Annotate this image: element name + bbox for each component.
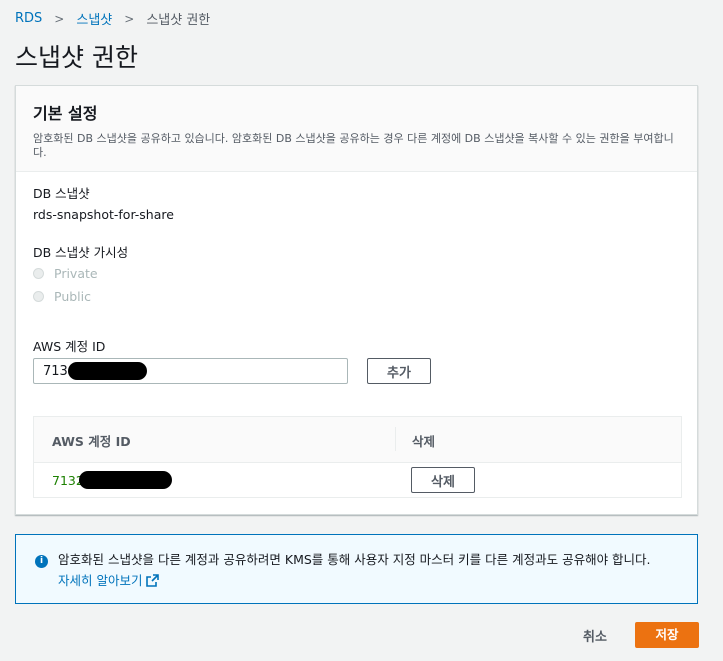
radio-button-private[interactable] [33,268,44,279]
chevron-right-icon: > [124,11,135,26]
snapshot-label: DB 스냅샷 [33,186,90,201]
breadcrumb: RDS > 스냅샷 > 스냅샷 권한 [15,9,210,28]
add-button[interactable]: 추가 [367,358,431,384]
breadcrumb-rds[interactable]: RDS [15,11,42,26]
column-divider [395,427,396,451]
radio-button-public[interactable] [33,291,44,302]
learn-more-link[interactable]: 자세히 알아보기 [58,573,160,588]
radio-label-public: Public [54,289,91,304]
delete-button[interactable]: 삭제 [411,467,475,493]
panel-title: 기본 설정 [33,104,98,123]
visibility-label: DB 스냅샷 가시성 [33,245,129,260]
table-header: AWS 계정 ID 삭제 [34,417,681,463]
panel-header: 기본 설정 암호화된 DB 스냅샷을 공유하고 있습니다. 암호화된 DB 스냅… [16,86,697,172]
breadcrumb-current: 스냅샷 권한 [146,13,211,28]
redaction-mark [79,471,172,489]
settings-panel: 기본 설정 암호화된 DB 스냅샷을 공유하고 있습니다. 암호화된 DB 스냅… [15,85,698,515]
column-header-account-id: AWS 계정 ID [52,434,131,449]
chevron-right-icon: > [54,11,65,26]
table-row: 7132 삭제 [34,463,681,499]
panel-description: 암호화된 DB 스냅샷을 공유하고 있습니다. 암호화된 DB 스냅샷을 공유하… [33,132,674,159]
snapshot-value: rds-snapshot-for-share [33,207,174,222]
cancel-button[interactable]: 취소 [583,626,607,645]
accounts-table: AWS 계정 ID 삭제 7132 삭제 [33,416,682,498]
external-link-icon [146,574,160,587]
column-header-delete: 삭제 [412,434,436,449]
account-id-label: AWS 계정 ID [33,339,106,354]
learn-more-label: 자세히 알아보기 [58,573,143,588]
info-alert: i 암호화된 스냅샷을 다른 계정과 공유하려면 KMS를 통해 사용자 지정 … [15,534,698,604]
radio-public[interactable]: Public [33,289,91,304]
info-message: 암호화된 스냅샷을 다른 계정과 공유하려면 KMS를 통해 사용자 지정 마스… [58,552,651,567]
save-button[interactable]: 저장 [635,622,699,648]
radio-private[interactable]: Private [33,266,98,281]
redaction-mark [68,362,147,380]
page-title: 스냅샷 권한 [15,43,138,72]
radio-label-private: Private [54,266,98,281]
info-text: 암호화된 스냅샷을 다른 계정과 공유하려면 KMS를 통해 사용자 지정 마스… [58,549,688,591]
info-icon: i [35,555,48,568]
breadcrumb-snapshots[interactable]: 스냅샷 [76,9,112,28]
